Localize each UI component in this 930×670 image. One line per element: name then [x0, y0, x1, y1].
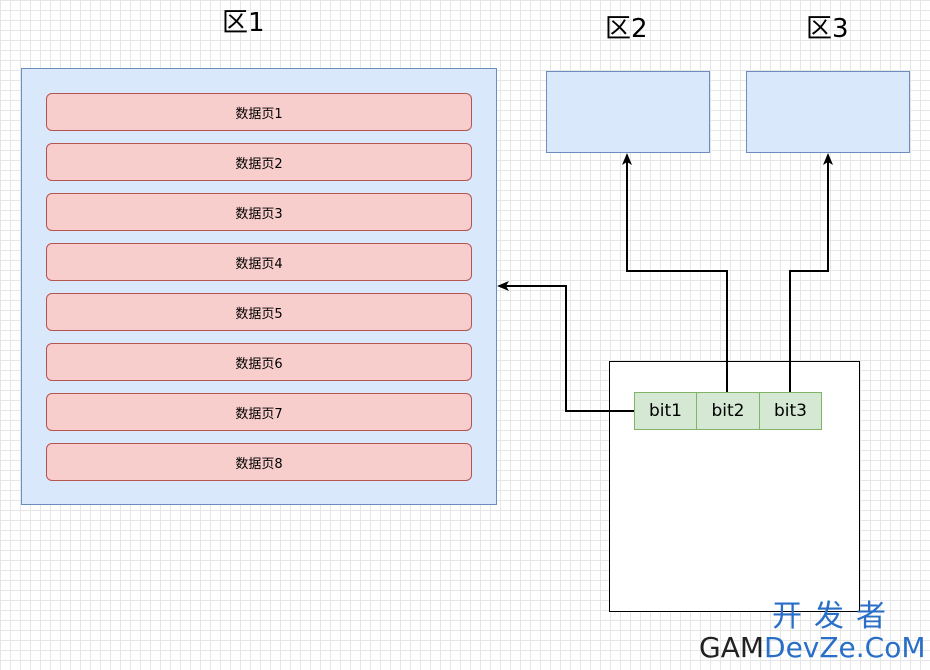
watermark-dark-text: GAM	[699, 631, 765, 664]
arrow-bit3-to-zone3	[789, 153, 833, 392]
watermark-blue-text: DevZe.CoM	[764, 631, 926, 664]
arrow-bit2-to-zone2	[622, 153, 728, 392]
watermark-logo-bottom: GAMDevZe.CoM	[699, 634, 926, 662]
connector-lines	[497, 153, 833, 412]
watermark-logo-top: 开发者	[772, 599, 898, 634]
arrow-bit1-to-zone1	[497, 281, 634, 412]
